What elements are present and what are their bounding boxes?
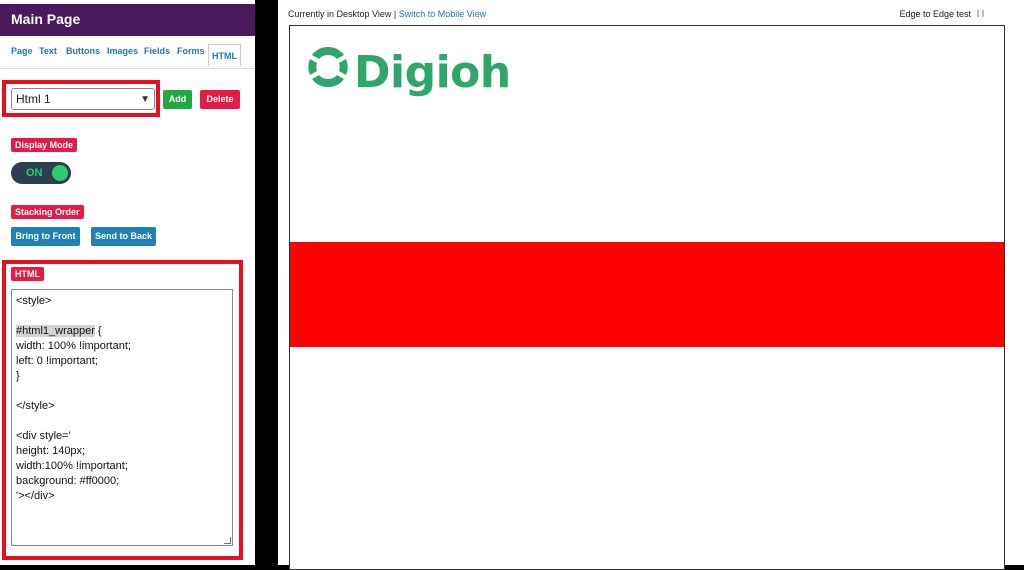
tab-bar: Page Text Buttons Images Fields Forms HT… [0,44,255,68]
tab-forms[interactable]: Forms [177,46,205,56]
view-status-text: Currently in Desktop View | [288,9,397,19]
tab-divider [0,68,255,69]
digioh-logo: Digioh [306,45,511,98]
tab-fields[interactable]: Fields [144,46,170,56]
html-item-select[interactable]: Html 1 ▼ [11,88,155,110]
code-line: </style> [16,400,55,412]
code-line: <style> [16,295,52,307]
toggle-state: ON [26,167,43,179]
preview-area: Currently in Desktop View | Switch to Mo… [278,0,1024,570]
html-red-band [290,242,1004,347]
code-line: width: 100% !important; [16,340,131,352]
add-button[interactable]: Add [163,90,192,109]
switch-mobile-link[interactable]: Switch to Mobile View [399,9,486,19]
tab-buttons[interactable]: Buttons [66,46,100,56]
edge-test-label: Edge to Edge test [899,9,971,19]
display-mode-toggle[interactable]: ON [11,162,71,184]
code-line: width:100% !important; [16,460,128,472]
html-label: HTML [11,267,44,281]
code-line: #html1_wrapper { [16,325,102,337]
display-mode-label: Display Mode [11,138,78,152]
tab-text[interactable]: Text [39,46,57,56]
panel-title: Main Page [0,4,255,36]
resize-handle-icon[interactable] [224,537,231,544]
editor-panel: Main Page Page Text Buttons Images Field… [0,0,255,565]
pause-icon[interactable] [977,10,984,17]
digioh-logo-icon [308,47,348,87]
chevron-down-icon: ▼ [140,94,150,105]
tab-page[interactable]: Page [11,46,33,56]
code-line: height: 140px; [16,445,86,457]
code-line: '></div> [16,490,55,502]
code-line: background: #ff0000; [16,475,120,487]
html-code-editor[interactable]: <style> #html1_wrapper { width: 100% !im… [11,289,233,546]
select-value: Html 1 [16,92,51,106]
view-status: Currently in Desktop View | Switch to Mo… [288,9,486,19]
logo-text: Digioh [354,47,511,98]
preview-canvas: Digioh [289,25,1005,570]
send-to-back-button[interactable]: Send to Back [91,227,156,246]
tab-html[interactable]: HTML [208,44,241,66]
tab-images[interactable]: Images [107,46,138,56]
delete-button[interactable]: Delete [200,90,240,109]
bring-to-front-button[interactable]: Bring to Front [11,227,80,246]
code-line: <div style=' [16,430,71,442]
code-line: } [16,370,20,382]
toggle-knob [52,165,68,181]
stacking-order-label: Stacking Order [11,205,84,219]
code-line: left: 0 !important; [16,355,98,367]
code-selection: #html1_wrapper [16,325,95,337]
